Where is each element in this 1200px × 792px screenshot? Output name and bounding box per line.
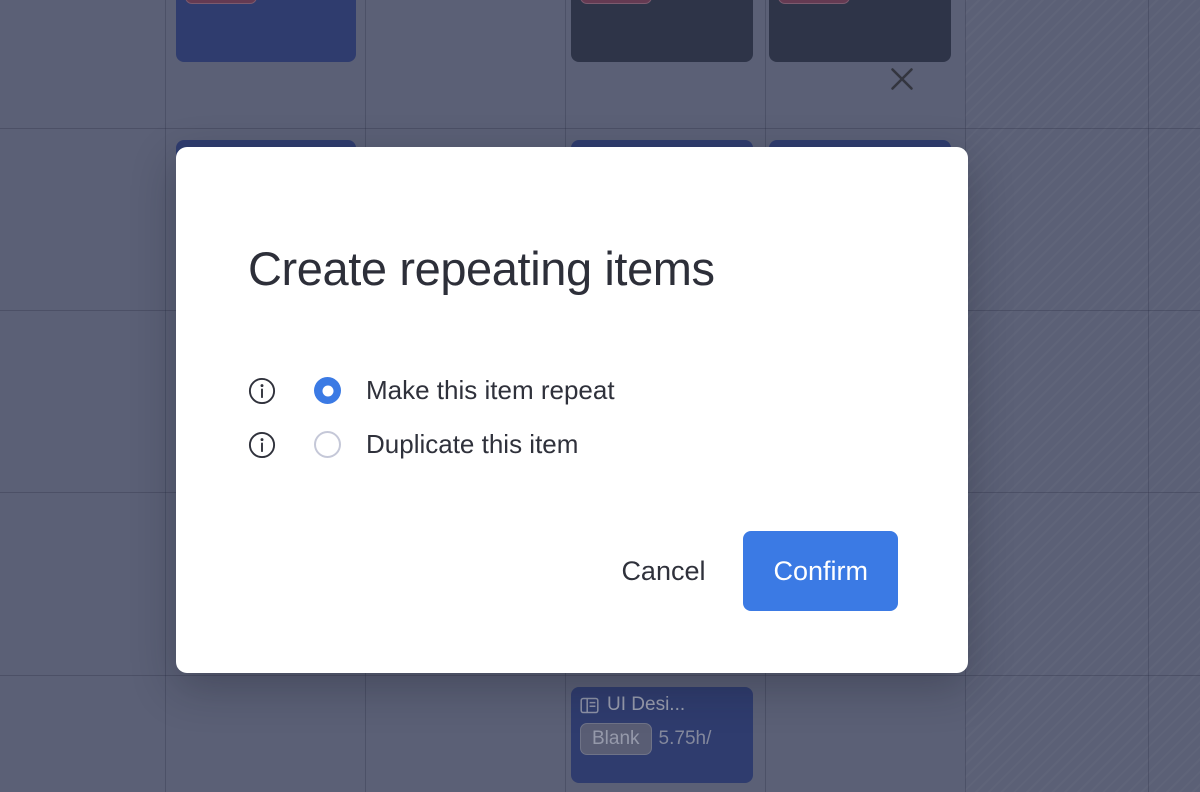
info-icon[interactable] — [248, 431, 276, 459]
page-title: Create repeating items — [248, 242, 715, 295]
option-label: Make this item repeat — [366, 375, 615, 405]
repeat-options-group: Make this item repeat Duplicate this ite… — [248, 375, 615, 460]
app-root: Stuck 6.25h/ Stuck 5.5h/d Stuck 3.75h/ — [0, 0, 1200, 792]
info-icon[interactable] — [248, 377, 276, 405]
close-icon-glyph — [891, 68, 913, 90]
radio-make-this-item-repeat[interactable] — [314, 377, 341, 404]
option-make-this-item-repeat[interactable]: Make this item repeat — [248, 375, 615, 406]
option-label: Duplicate this item — [366, 429, 579, 459]
option-duplicate-this-item[interactable]: Duplicate this item — [248, 429, 615, 460]
radio-duplicate-this-item[interactable] — [314, 431, 341, 458]
confirm-button[interactable]: Confirm — [743, 531, 898, 611]
create-repeating-items-dialog: Create repeating items Make this item re… — [176, 68, 968, 673]
close-icon[interactable] — [880, 57, 924, 101]
cancel-button[interactable]: Cancel — [615, 544, 711, 599]
dialog-actions: Cancel Confirm — [615, 531, 898, 611]
